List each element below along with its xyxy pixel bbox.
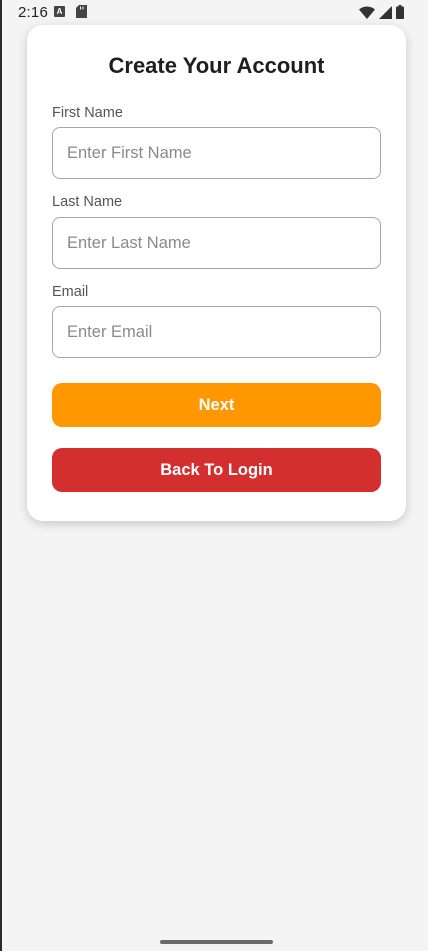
status-bar: 2:16 A (0, 0, 428, 24)
last-name-input[interactable] (52, 217, 381, 269)
home-indicator[interactable] (160, 940, 273, 944)
screen-left-edge (0, 0, 2, 951)
wifi-icon (359, 5, 375, 24)
first-name-input[interactable] (52, 127, 381, 179)
status-indicators (359, 5, 404, 24)
page-title: Create Your Account (108, 53, 325, 78)
create-account-card: Create Your Account First Name Last Name… (27, 25, 406, 521)
cell-signal-icon (379, 5, 392, 24)
next-button[interactable]: Next (52, 383, 381, 427)
accessibility-a-icon: A (54, 6, 65, 17)
status-time: 2:16 (18, 4, 48, 21)
email-input[interactable] (52, 306, 381, 358)
email-label: Email (52, 284, 89, 300)
last-name-label: Last Name (52, 194, 123, 210)
battery-icon (396, 5, 404, 24)
back-to-login-button[interactable]: Back To Login (52, 448, 381, 492)
sd-card-icon (76, 5, 87, 23)
first-name-label: First Name (52, 105, 123, 121)
